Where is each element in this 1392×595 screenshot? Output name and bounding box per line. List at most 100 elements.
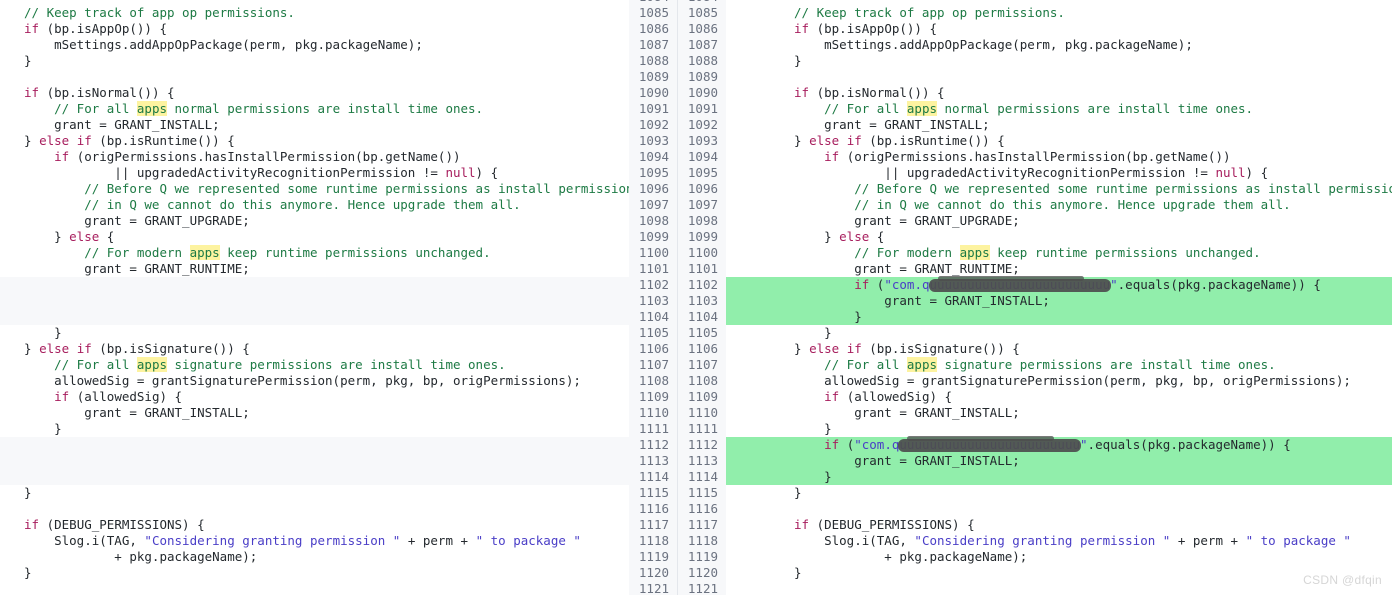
code-line[interactable]: } <box>0 485 678 501</box>
code-line[interactable]: || upgradedActivityRecognitionPermission… <box>0 165 678 181</box>
code-line-added[interactable]: grant = GRANT_INSTALL; <box>678 453 1392 469</box>
code-keyword: if <box>824 437 840 452</box>
code-line[interactable] <box>678 581 1392 595</box>
code-line[interactable]: } <box>0 565 678 581</box>
code-line[interactable]: // For all apps signature permissions ar… <box>0 357 678 373</box>
code-string: "com.q <box>884 277 930 292</box>
code-line[interactable]: } else { <box>678 229 1392 245</box>
line-number: 1099 <box>678 229 726 245</box>
code-line-gap[interactable] <box>0 453 678 469</box>
code-line[interactable]: // Before Q we represented some runtime … <box>0 181 678 197</box>
code-line[interactable]: + pkg.packageName); <box>678 549 1392 565</box>
code-line[interactable]: } <box>0 53 678 69</box>
code-line-content: grant = GRANT_RUNTIME; <box>678 261 1392 277</box>
code-line[interactable]: // Keep track of app op permissions. <box>0 5 678 21</box>
code-text: (DEBUG_PERMISSIONS) { <box>39 517 205 532</box>
modified-file-pane[interactable]: // Keep track of app op permissions. if (… <box>678 0 1392 595</box>
code-line[interactable]: if (bp.isAppOp()) { <box>0 21 678 37</box>
code-line[interactable]: // in Q we cannot do this anymore. Hence… <box>678 197 1392 213</box>
code-line[interactable]: Slog.i(TAG, "Considering granting permis… <box>678 533 1392 549</box>
code-line[interactable]: } else if (bp.isSignature()) { <box>0 341 678 357</box>
code-line[interactable]: if (bp.isNormal()) { <box>0 85 678 101</box>
code-line-gap[interactable] <box>0 293 678 309</box>
code-line[interactable]: if (DEBUG_PERMISSIONS) { <box>0 517 678 533</box>
code-line-gap[interactable] <box>0 469 678 485</box>
code-line[interactable]: } <box>678 421 1392 437</box>
code-line[interactable]: + pkg.packageName); <box>0 549 678 565</box>
code-line[interactable]: } <box>678 565 1392 581</box>
code-line[interactable]: } <box>678 325 1392 341</box>
code-line[interactable]: grant = GRANT_UPGRADE; <box>678 213 1392 229</box>
code-line-content <box>0 293 678 309</box>
code-line-added[interactable]: if ("com.quuuuuuuuuuuuuuuuuuuuuuuu".equa… <box>678 276 1392 293</box>
line-number: 1120 <box>678 565 726 581</box>
code-line[interactable]: // For modern apps keep runtime permissi… <box>678 245 1392 261</box>
code-line[interactable]: } <box>0 325 678 341</box>
code-line[interactable]: // Keep track of app op permissions. <box>678 5 1392 21</box>
original-file-pane[interactable]: // Keep track of app op permissions. if (… <box>0 0 678 595</box>
code-line[interactable]: } else { <box>0 229 678 245</box>
code-line[interactable]: grant = GRANT_RUNTIME; <box>678 261 1392 277</box>
code-line[interactable]: if (bp.isNormal()) { <box>678 85 1392 101</box>
line-number: 1089 <box>629 69 677 85</box>
line-number: 1094 <box>678 149 726 165</box>
code-line[interactable]: mSettings.addAppOpPackage(perm, pkg.pack… <box>0 37 678 53</box>
code-line[interactable]: mSettings.addAppOpPackage(perm, pkg.pack… <box>678 37 1392 53</box>
code-text: } <box>794 133 810 148</box>
code-line[interactable] <box>678 69 1392 85</box>
code-line[interactable] <box>0 501 678 517</box>
code-line[interactable]: // Before Q we represented some runtime … <box>678 181 1392 197</box>
code-line[interactable]: } <box>678 53 1392 69</box>
code-line-content: allowedSig = grantSignaturePermission(pe… <box>0 373 678 389</box>
line-number: 1099 <box>629 229 677 245</box>
code-line[interactable]: } <box>0 421 678 437</box>
code-line-added[interactable]: if ("com.quuuuuuuuuuuuuuuuuuuuuuuu".equa… <box>678 436 1392 453</box>
code-line[interactable]: grant = GRANT_INSTALL; <box>0 405 678 421</box>
code-text: mSettings.addAppOpPackage(perm, pkg.pack… <box>24 37 423 52</box>
line-number: 1095 <box>678 165 726 181</box>
code-line[interactable]: grant = GRANT_INSTALL; <box>678 405 1392 421</box>
code-line[interactable]: grant = GRANT_INSTALL; <box>678 117 1392 133</box>
code-text: } <box>794 421 832 436</box>
right-code-lines[interactable]: // Keep track of app op permissions. if (… <box>678 0 1392 595</box>
code-line-gap[interactable] <box>0 437 678 453</box>
code-line[interactable]: if (DEBUG_PERMISSIONS) { <box>678 517 1392 533</box>
code-line[interactable]: if (origPermissions.hasInstallPermission… <box>678 149 1392 165</box>
code-line[interactable]: // For modern apps keep runtime permissi… <box>0 245 678 261</box>
code-line[interactable]: if (origPermissions.hasInstallPermission… <box>0 149 678 165</box>
code-line[interactable] <box>0 581 678 595</box>
code-line[interactable]: || upgradedActivityRecognitionPermission… <box>678 165 1392 181</box>
line-number: 1094 <box>629 149 677 165</box>
code-line[interactable]: } <box>678 485 1392 501</box>
left-code-lines[interactable]: // Keep track of app op permissions. if (… <box>0 0 678 595</box>
code-keyword: if <box>794 21 810 36</box>
code-line-content: allowedSig = grantSignaturePermission(pe… <box>678 373 1392 389</box>
code-line[interactable]: grant = GRANT_INSTALL; <box>0 117 678 133</box>
code-line[interactable]: } else if (bp.isRuntime()) { <box>0 133 678 149</box>
code-line-content: if (allowedSig) { <box>678 389 1392 405</box>
code-line-added[interactable]: } <box>678 309 1392 325</box>
code-line[interactable]: if (allowedSig) { <box>678 389 1392 405</box>
code-line[interactable] <box>678 501 1392 517</box>
code-line[interactable]: } else if (bp.isSignature()) { <box>678 341 1392 357</box>
line-number: 1117 <box>678 517 726 533</box>
code-line[interactable]: // For all apps normal permissions are i… <box>0 101 678 117</box>
code-line[interactable]: grant = GRANT_UPGRADE; <box>0 213 678 229</box>
code-line[interactable]: if (bp.isAppOp()) { <box>678 21 1392 37</box>
code-text: + perm + <box>1170 533 1246 548</box>
code-line[interactable]: // For all apps signature permissions ar… <box>678 357 1392 373</box>
code-line-added[interactable]: grant = GRANT_INSTALL; <box>678 293 1392 309</box>
code-line-added[interactable]: } <box>678 469 1392 485</box>
code-line-gap[interactable] <box>0 309 678 325</box>
code-line[interactable]: // For all apps normal permissions are i… <box>678 101 1392 117</box>
code-line[interactable] <box>0 69 678 85</box>
code-comment: // Before Q we represented some runtime … <box>794 181 1392 196</box>
code-line-gap[interactable] <box>0 277 678 293</box>
code-line[interactable]: if (allowedSig) { <box>0 389 678 405</box>
code-line[interactable]: allowedSig = grantSignaturePermission(pe… <box>0 373 678 389</box>
code-line[interactable]: } else if (bp.isRuntime()) { <box>678 133 1392 149</box>
code-line[interactable]: allowedSig = grantSignaturePermission(pe… <box>678 373 1392 389</box>
code-line[interactable]: // in Q we cannot do this anymore. Hence… <box>0 197 678 213</box>
code-line[interactable]: Slog.i(TAG, "Considering granting permis… <box>0 533 678 549</box>
code-line[interactable]: grant = GRANT_RUNTIME; <box>0 261 678 277</box>
